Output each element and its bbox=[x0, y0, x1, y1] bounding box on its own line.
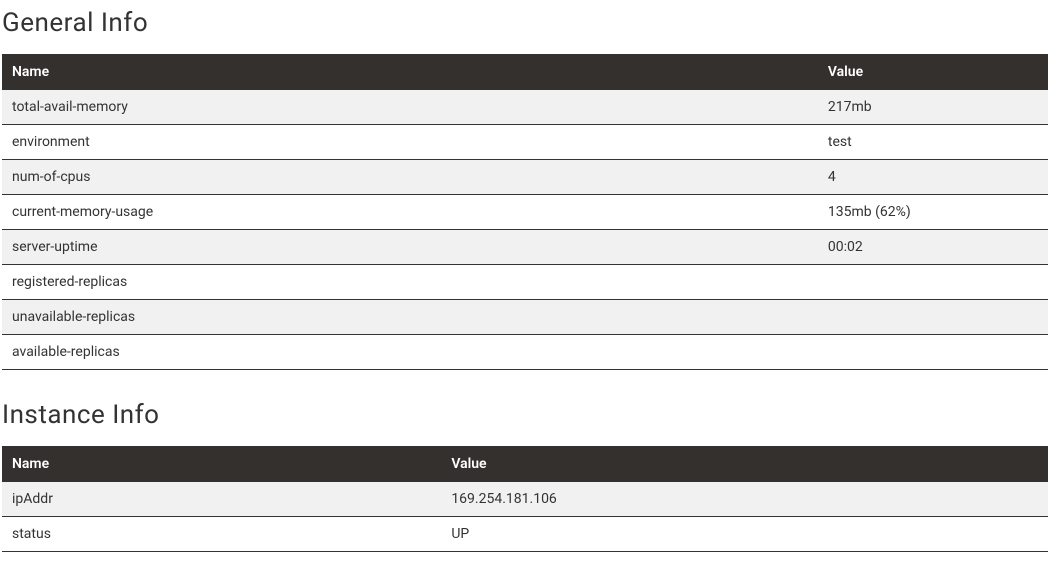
general-info-table: Name Value total-avail-memory 217mb envi… bbox=[2, 54, 1048, 370]
table-row: server-uptime 00:02 bbox=[2, 230, 1048, 265]
cell-value: 135mb (62%) bbox=[818, 195, 1048, 230]
table-header-row: Name Value bbox=[2, 54, 1048, 90]
table-row: status UP bbox=[2, 517, 1048, 552]
cell-value bbox=[818, 300, 1048, 335]
cell-value bbox=[818, 335, 1048, 370]
cell-name: total-avail-memory bbox=[2, 90, 818, 125]
instance-info-heading: Instance Info bbox=[2, 400, 1048, 430]
table-row: environment test bbox=[2, 125, 1048, 160]
cell-value: 4 bbox=[818, 160, 1048, 195]
cell-name: environment bbox=[2, 125, 818, 160]
cell-value: 217mb bbox=[818, 90, 1048, 125]
cell-value: UP bbox=[441, 517, 1048, 552]
cell-value: test bbox=[818, 125, 1048, 160]
table-row: ipAddr 169.254.181.106 bbox=[2, 482, 1048, 517]
table-header-row: Name Value bbox=[2, 446, 1048, 482]
table-row: current-memory-usage 135mb (62%) bbox=[2, 195, 1048, 230]
table-row: unavailable-replicas bbox=[2, 300, 1048, 335]
cell-name: registered-replicas bbox=[2, 265, 818, 300]
general-info-heading: General Info bbox=[2, 8, 1048, 38]
column-header-name: Name bbox=[2, 54, 818, 90]
cell-name: ipAddr bbox=[2, 482, 441, 517]
column-header-value: Value bbox=[441, 446, 1048, 482]
cell-value: 169.254.181.106 bbox=[441, 482, 1048, 517]
cell-name: num-of-cpus bbox=[2, 160, 818, 195]
column-header-name: Name bbox=[2, 446, 441, 482]
table-row: registered-replicas bbox=[2, 265, 1048, 300]
cell-name: available-replicas bbox=[2, 335, 818, 370]
cell-name: status bbox=[2, 517, 441, 552]
cell-name: server-uptime bbox=[2, 230, 818, 265]
column-header-value: Value bbox=[818, 54, 1048, 90]
table-row: total-avail-memory 217mb bbox=[2, 90, 1048, 125]
cell-value bbox=[818, 265, 1048, 300]
table-row: num-of-cpus 4 bbox=[2, 160, 1048, 195]
cell-value: 00:02 bbox=[818, 230, 1048, 265]
table-row: available-replicas bbox=[2, 335, 1048, 370]
cell-name: unavailable-replicas bbox=[2, 300, 818, 335]
cell-name: current-memory-usage bbox=[2, 195, 818, 230]
instance-info-table: Name Value ipAddr 169.254.181.106 status… bbox=[2, 446, 1048, 552]
